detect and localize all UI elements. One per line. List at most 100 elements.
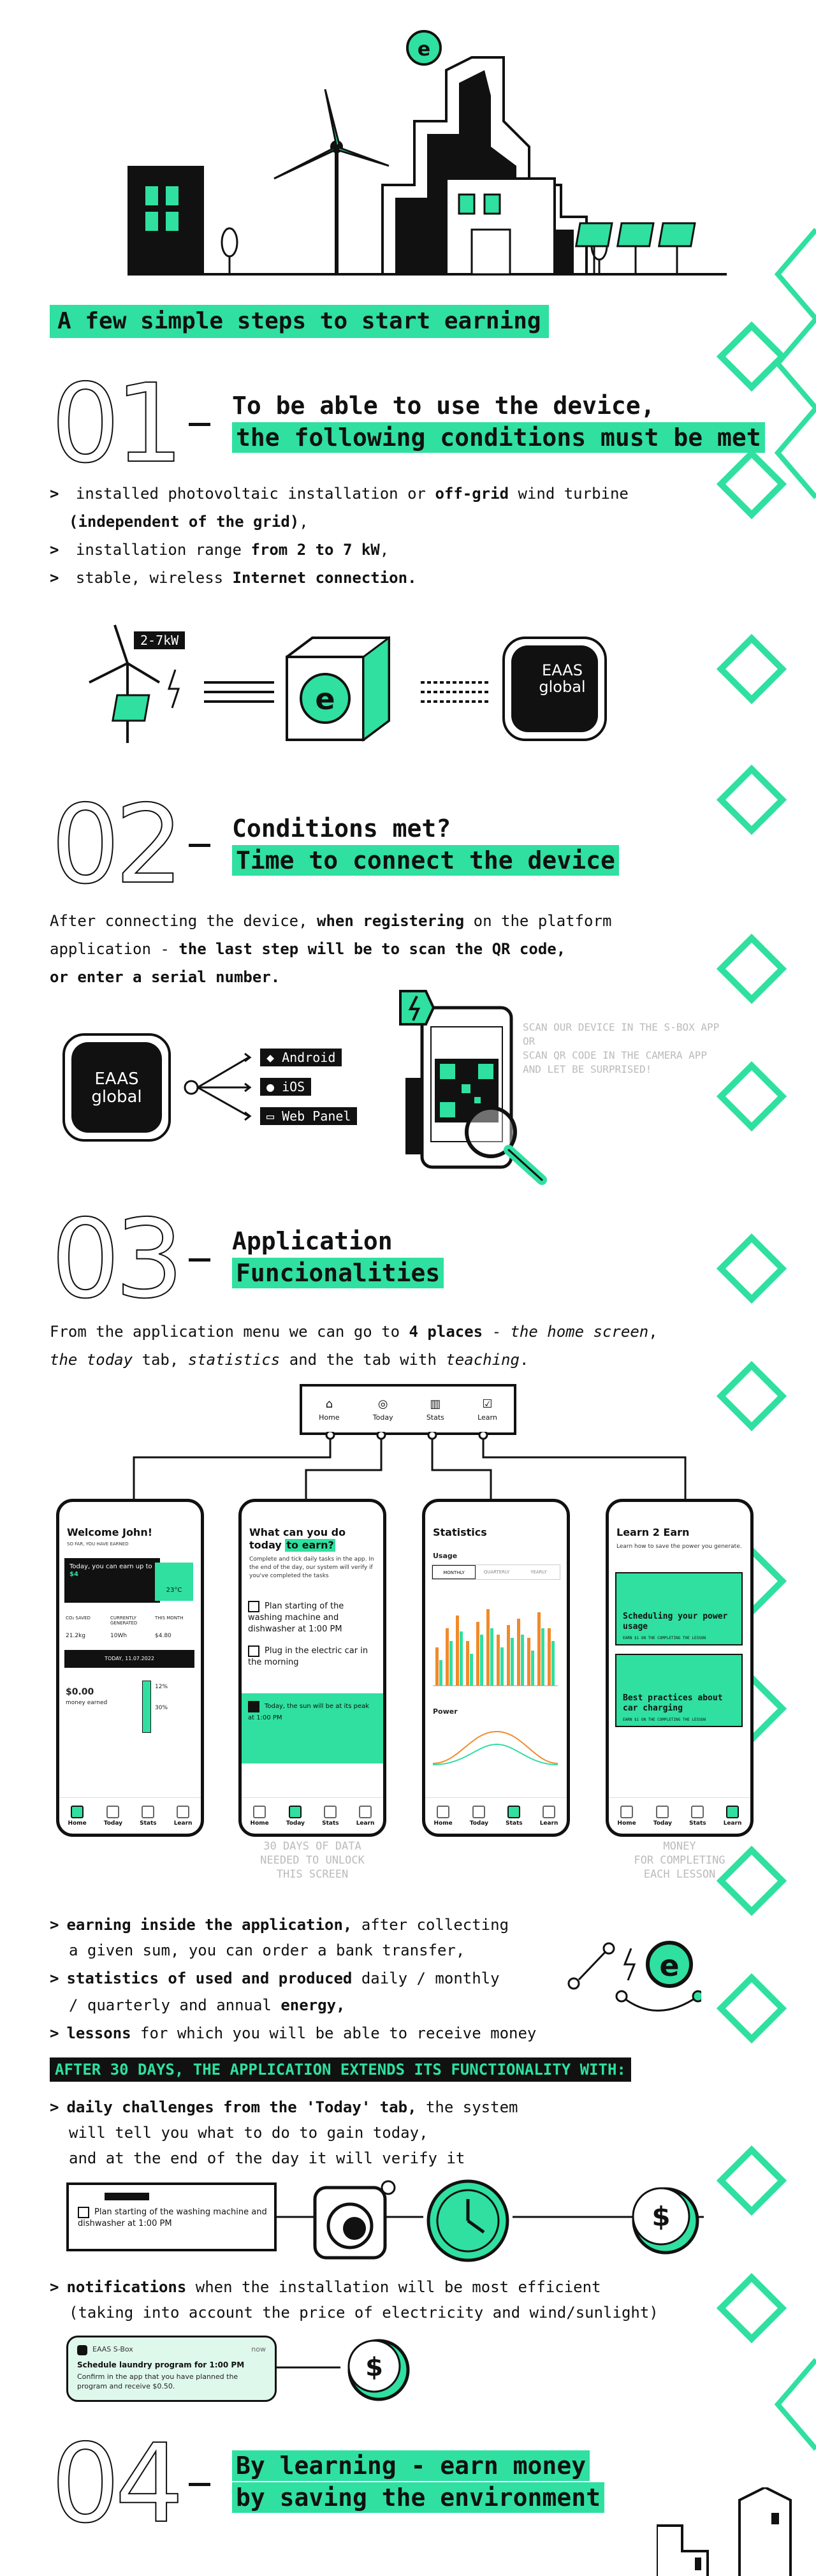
usage-bar — [527, 1638, 530, 1686]
step-3-dash — [189, 1258, 210, 1262]
feature-statistics-line2: / quarterly and annual energy, — [69, 1996, 346, 2014]
feature-statistics: statistics of used and produced daily / … — [50, 1964, 499, 1992]
step-1-heading-highlight: the following conditions must be met — [232, 422, 765, 453]
requirement-3: stable, wireless Internet connection. — [50, 564, 417, 592]
step-1-heading-line1: To be able to use the device, — [232, 392, 655, 420]
phone-home-screen: Welcome John! SO FAR, YOU HAVE EARNED To… — [56, 1499, 204, 1837]
feature-earning: earning inside the application, after co… — [50, 1911, 509, 1939]
usage-bar — [476, 1622, 479, 1686]
usage-bar — [435, 1647, 439, 1686]
menu-home[interactable]: ⌂ Home — [319, 1397, 339, 1422]
usage-bar — [551, 1641, 555, 1686]
step-2-paragraph-line2: application - the last step will be to s… — [50, 940, 566, 958]
step-1-heading-line2: the following conditions must be met — [232, 422, 765, 453]
usage-bar — [486, 1609, 490, 1686]
weather-widget: 23°C — [155, 1563, 193, 1601]
svg-text:$: $ — [652, 2201, 670, 2232]
scan-hint: SCAN OUR DEVICE IN THE S-BOX APP OR SCAN Q… — [523, 1021, 720, 1075]
app-icon — [77, 2345, 87, 2355]
step-3-heading-highlight: Funcionalities — [232, 1258, 444, 1288]
step-2-dash — [189, 844, 210, 847]
usage-bar — [531, 1651, 534, 1686]
usage-bar — [500, 1647, 504, 1686]
lesson-card-1[interactable]: Scheduling your power usage EARN $1 ON T… — [615, 1572, 743, 1645]
notification-card[interactable]: EAAS S-Box now Schedule laundry program … — [66, 2336, 277, 2402]
step-1-dash — [189, 423, 210, 426]
usage-bar — [511, 1638, 514, 1686]
step-3-paragraph-line1: From the application menu we can go to 4… — [50, 1323, 658, 1341]
platform-connector — [184, 1052, 252, 1121]
step-2-number: 02 — [50, 782, 184, 908]
after-30-days-banner: AFTER 30 DAYS, THE APPLICATION EXTENDS I… — [50, 2057, 631, 2082]
phone-learn-screen: Learn 2 Earn Learn how to save the power… — [606, 1499, 754, 1837]
power-line-chart — [433, 1730, 558, 1765]
network-illustration: e — [567, 1941, 701, 2012]
menu-stats[interactable]: ▥ Stats — [426, 1397, 444, 1422]
daily-challenges-line2: will tell you what to do to gain today, — [69, 2124, 428, 2142]
challenge-flow-illustration: $ — [277, 2179, 704, 2262]
usage-bar — [480, 1635, 483, 1686]
step-2-paragraph-line3: or enter a serial number. — [50, 968, 280, 986]
usage-bar — [521, 1635, 524, 1686]
app-menu: ⌂ Home ◎ Today ▥ Stats ☑ Learn — [300, 1384, 516, 1435]
learn-money-caption: MONEY FOR COMPLETING EACH LESSON — [634, 1840, 725, 1881]
decorative-diamond-strip — [701, 0, 816, 2576]
step-2-heading-highlight: Time to connect the device — [232, 845, 619, 876]
usage-bar-chart — [433, 1609, 558, 1686]
brand-logo-step2: EAAS global — [62, 1033, 171, 1142]
footer-building-illustration — [657, 2487, 792, 2576]
svg-text:e: e — [315, 682, 335, 716]
home-icon: ⌂ — [325, 1397, 333, 1411]
usage-bar — [460, 1631, 463, 1686]
usage-bar — [541, 1628, 544, 1686]
step-4-number: 04 — [50, 2421, 184, 2547]
step-4-heading-highlight-1: By learning - earn money — [232, 2450, 590, 2481]
feature-lessons: lessons for which you will be able to re… — [50, 2019, 536, 2047]
step-4-dash — [189, 2483, 210, 2486]
step-3-paragraph-line2: the today tab, statistics and the tab wi… — [50, 1351, 529, 1369]
platform-ios: ● iOS — [260, 1078, 312, 1096]
feature-earning-line2: a given sum, you can order a bank transf… — [69, 1941, 465, 1959]
daily-challenges: daily challenges from the 'Today' tab, t… — [50, 2093, 518, 2121]
svg-text:e: e — [659, 1948, 679, 1983]
step-3-number: 03 — [50, 1196, 184, 1323]
usage-bar — [470, 1654, 473, 1686]
step-1-number: 01 — [50, 361, 184, 487]
qr-scan-illustration — [399, 990, 547, 1185]
svg-text:e: e — [418, 38, 430, 61]
usage-bar — [449, 1641, 453, 1686]
steps-banner: A few simple steps to start earning — [50, 305, 549, 338]
usage-bar — [490, 1628, 493, 1686]
step-3-heading-line1: Application — [232, 1227, 393, 1255]
svg-text:$: $ — [365, 2353, 383, 2382]
usage-bar — [537, 1612, 541, 1686]
hero-city-illustration: e — [127, 30, 727, 276]
phone-stats-screen: Statistics Usage MONTHLY QUARTERLY YEARL… — [422, 1499, 570, 1837]
step-4-heading-line2: by saving the environment — [232, 2482, 604, 2513]
menu-learn[interactable]: ☑ Learn — [477, 1397, 497, 1422]
requirement-1: installed photovoltaic installation or o… — [50, 480, 662, 508]
requirement-2: installation range from 2 to 7 kW, — [50, 536, 389, 564]
lesson-card-2[interactable]: Best practices about car charging EARN $… — [615, 1654, 743, 1727]
check-circle-icon: ◎ — [377, 1397, 388, 1411]
challenge-task-card[interactable]: Plan starting of the washing machine and… — [66, 2182, 277, 2251]
usage-bar — [446, 1628, 449, 1686]
platform-web-panel: ▭ Web Panel — [260, 1107, 358, 1125]
today-unlock-caption: 30 DAYS OF DATA NEEDED TO UNLOCK THIS SCRE… — [260, 1840, 365, 1881]
step-2-heading-line1: Conditions met? — [232, 814, 451, 843]
step-4-heading-line1: By learning - earn money — [232, 2450, 590, 2481]
usage-bar — [548, 1628, 551, 1686]
step-2-heading-line2: Time to connect the device — [232, 845, 619, 876]
notifications-feature-line2: (taking into account the price of electr… — [69, 2304, 659, 2322]
step-3-heading-line2: Funcionalities — [232, 1258, 444, 1288]
daily-challenges-line3: and at the end of the day it will verify… — [69, 2149, 465, 2167]
menu-connector-lines — [133, 1432, 687, 1499]
checkbox-icon: ☑ — [482, 1397, 493, 1411]
step-2-paragraph-line1: After connecting the device, when regist… — [50, 912, 612, 930]
usage-bar — [466, 1641, 469, 1686]
phone-today-screen: What can you do today to earn? Complete a… — [238, 1499, 386, 1837]
step-4-heading-highlight-2: by saving the environment — [232, 2482, 604, 2513]
usage-bar — [517, 1619, 520, 1686]
menu-today[interactable]: ◎ Today — [373, 1397, 393, 1422]
power-range-tag: 2-7kW — [134, 631, 186, 649]
